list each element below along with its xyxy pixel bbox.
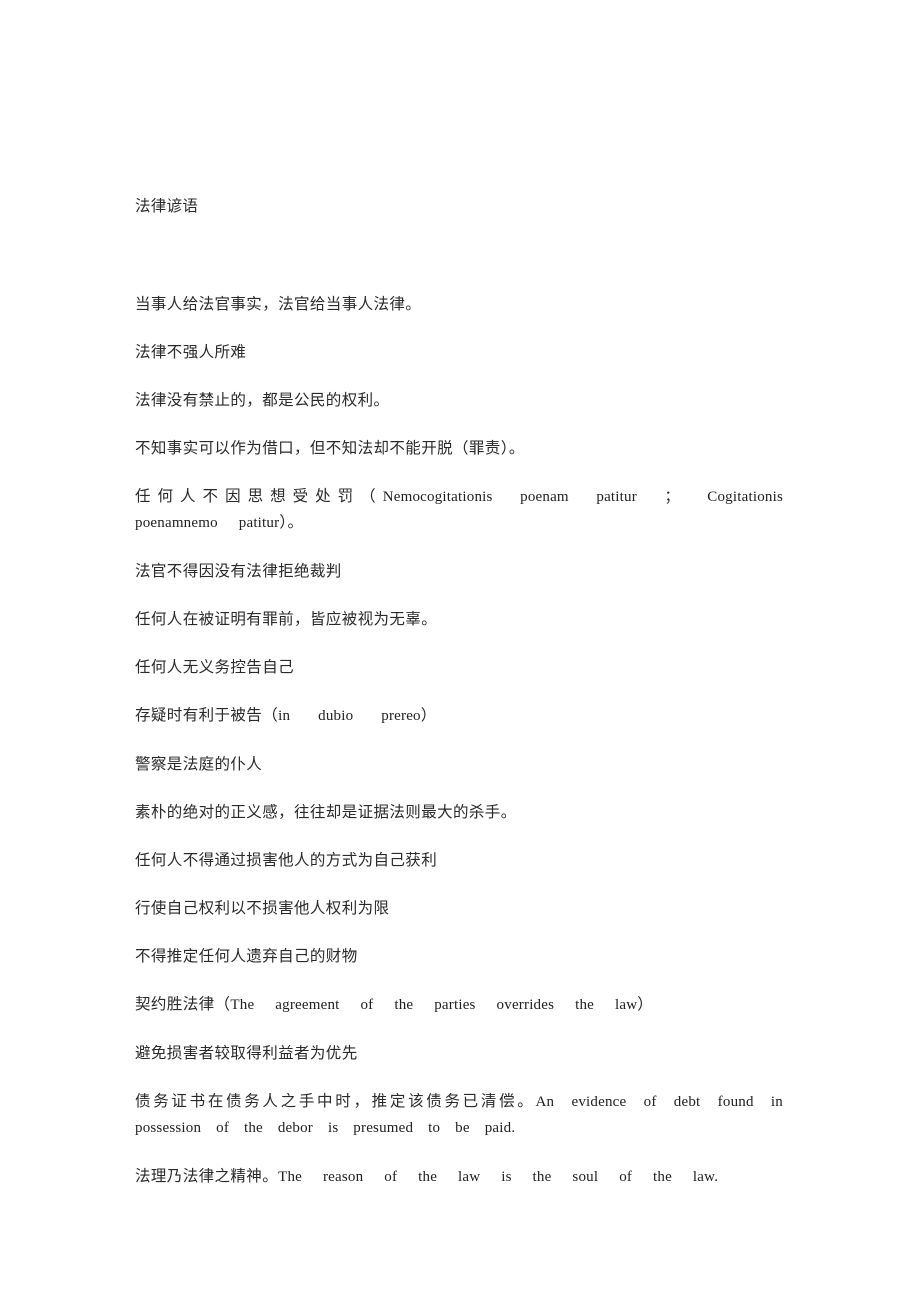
- proverb-paragraph: 契约胜法律（The agreement of the parties overr…: [135, 992, 783, 1018]
- proverb-paragraph: 行使自己权利以不损害他人权利为限: [135, 896, 783, 921]
- proverb-text-zh-tail: ）。: [279, 514, 304, 531]
- proverb-text-zh: 法律不强人所难: [135, 344, 247, 361]
- proverb-text-zh: 任何人无义务控告自己: [135, 659, 295, 676]
- title-spacer: [135, 218, 783, 292]
- proverb-text-zh: 存疑时有利于被告（: [135, 707, 279, 724]
- proverb-text-zh: 不得推定任何人遗弃自己的财物: [135, 948, 358, 965]
- proverb-text-zh: 不知事实可以作为借口，但不知法却不能开脱（罪责）。: [135, 440, 525, 457]
- proverb-text-zh: 任何人不因思想受处罚（: [135, 488, 383, 505]
- proverb-paragraph: 任何人不得通过损害他人的方式为自己获利: [135, 848, 783, 873]
- proverb-paragraph: 法官不得因没有法律拒绝裁判: [135, 559, 783, 584]
- proverb-paragraph: 素朴的绝对的正义感，往往却是证据法则最大的杀手。: [135, 800, 783, 825]
- proverb-paragraph: 不得推定任何人遗弃自己的财物: [135, 944, 783, 969]
- proverb-paragraph: 任何人不因思想受处罚（Nemocogitationis poenam patit…: [135, 484, 783, 536]
- proverb-paragraph: 存疑时有利于被告（in dubio prereo）: [135, 703, 783, 729]
- proverb-text-zh: 行使自己权利以不损害他人权利为限: [135, 900, 390, 917]
- proverb-text-zh: 当事人给法官事实，法官给当事人法律。: [135, 296, 422, 313]
- proverb-text-latin: in dubio prereo: [278, 708, 421, 724]
- document-body: 法律谚语 当事人给法官事实，法官给当事人法律。 法律不强人所难 法律没有禁止的，…: [135, 196, 783, 1190]
- proverb-text-latin: The agreement of the parties overrides t…: [230, 997, 638, 1013]
- proverb-text-zh: 法律没有禁止的，都是公民的权利。: [135, 392, 390, 409]
- page-title: 法律谚语: [135, 198, 199, 215]
- proverb-text-zh: 警察是法庭的仆人: [135, 756, 263, 773]
- proverb-text-zh: 任何人在被证明有罪前，皆应被视为无辜。: [135, 611, 438, 628]
- proverb-paragraph: 避免损害者较取得利益者为优先: [135, 1041, 783, 1066]
- proverb-text-zh: 避免损害者较取得利益者为优先: [135, 1045, 358, 1062]
- document-page: 法律谚语 当事人给法官事实，法官给当事人法律。 法律不强人所难 法律没有禁止的，…: [0, 0, 920, 1302]
- proverb-paragraph: 任何人在被证明有罪前，皆应被视为无辜。: [135, 607, 783, 632]
- proverb-text-zh: 法官不得因没有法律拒绝裁判: [135, 563, 342, 580]
- proverb-paragraph: 法理乃法律之精神。The reason of the law is the so…: [135, 1164, 783, 1190]
- proverb-paragraph: 警察是法庭的仆人: [135, 752, 783, 777]
- proverb-paragraph: 不知事实可以作为借口，但不知法却不能开脱（罪责）。: [135, 436, 783, 461]
- proverb-text-zh: 法理乃法律之精神。: [135, 1168, 279, 1185]
- proverb-paragraph: 法律不强人所难: [135, 340, 783, 365]
- proverb-text-zh: 任何人不得通过损害他人的方式为自己获利: [135, 852, 438, 869]
- proverb-text-zh: 债务证书在债务人之手中时，推定该债务已清偿。: [135, 1093, 536, 1110]
- proverb-text-zh-tail: ）: [637, 996, 654, 1013]
- proverb-paragraph: 当事人给法官事实，法官给当事人法律。: [135, 292, 783, 317]
- proverb-text-zh: 契约胜法律（: [135, 996, 231, 1013]
- proverb-paragraph: 任何人无义务控告自己: [135, 655, 783, 680]
- proverb-paragraph: 法律没有禁止的，都是公民的权利。: [135, 388, 783, 413]
- proverb-text-zh: 素朴的绝对的正义感，往往却是证据法则最大的杀手。: [135, 804, 517, 821]
- proverb-text-zh-tail: ）: [420, 707, 437, 724]
- proverb-paragraph: 债务证书在债务人之手中时，推定该债务已清偿。An evidence of deb…: [135, 1089, 783, 1141]
- proverb-text-latin: The reason of the law is the soul of the…: [278, 1169, 719, 1185]
